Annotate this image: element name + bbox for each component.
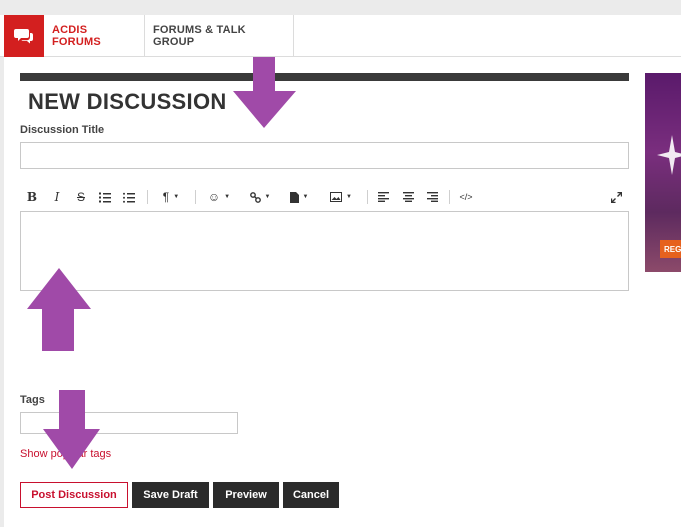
cancel-button[interactable]: Cancel — [283, 482, 339, 508]
annotation-arrow-up-icon — [27, 268, 91, 351]
align-right-icon[interactable] — [424, 188, 440, 206]
page-title: NEW DISCUSSION — [28, 89, 227, 114]
italic-icon[interactable]: I — [49, 188, 65, 206]
annotation-arrow-down-icon — [43, 390, 100, 469]
top-nav-bar: ACDIS FORUMS FORUMS & TALK GROUP — [0, 15, 681, 57]
chat-bubbles-icon — [14, 29, 33, 44]
save-draft-button[interactable]: Save Draft — [132, 482, 209, 508]
code-view-icon[interactable]: </> — [457, 188, 475, 206]
strikethrough-icon[interactable]: S — [73, 188, 89, 206]
ordered-list-icon[interactable] — [97, 188, 113, 206]
toolbar-divider — [367, 190, 368, 204]
fullscreen-icon[interactable] — [608, 188, 624, 206]
toolbar-divider — [147, 190, 148, 204]
discussion-title-label: Discussion Title — [20, 124, 105, 136]
nav-tab-acdis-forums[interactable]: ACDIS FORUMS — [44, 15, 145, 57]
heading-rule — [20, 73, 629, 81]
toolbar-divider — [449, 190, 450, 204]
tags-label: Tags — [20, 394, 45, 406]
emoji-icon[interactable]: ☺ ▼ — [204, 188, 234, 206]
nav-tab-forums-talk-group[interactable]: FORUMS & TALK GROUP — [145, 15, 294, 57]
align-left-icon[interactable] — [375, 188, 391, 206]
post-discussion-button[interactable]: Post Discussion — [20, 482, 128, 508]
annotation-arrow-down-icon — [233, 57, 296, 128]
bullet-list-icon[interactable] — [121, 188, 137, 206]
discussion-body-editor[interactable] — [20, 211, 629, 291]
toolbar-divider — [195, 190, 196, 204]
compass-star-icon — [657, 135, 681, 175]
link-icon[interactable]: ▼ — [245, 188, 275, 206]
ad-register-badge[interactable]: REGI — [660, 240, 681, 258]
paragraph-format-icon[interactable]: ¶ ▼ — [156, 188, 186, 206]
discussion-title-input[interactable] — [20, 142, 629, 169]
page: ACDIS FORUMS FORUMS & TALK GROUP NEW DIS… — [0, 0, 681, 527]
bold-icon[interactable]: B — [24, 188, 40, 206]
align-center-icon[interactable] — [400, 188, 416, 206]
image-icon[interactable]: ▼ — [325, 188, 357, 206]
preview-button[interactable]: Preview — [213, 482, 279, 508]
side-advertisement[interactable]: REGI — [645, 73, 681, 272]
file-icon[interactable]: ▼ — [285, 188, 313, 206]
editor-toolbar: B I S ¶ ▼ ☺ ▼ ▼ ▼ ▼ </> — [20, 186, 629, 208]
brand-logo[interactable] — [4, 15, 44, 57]
